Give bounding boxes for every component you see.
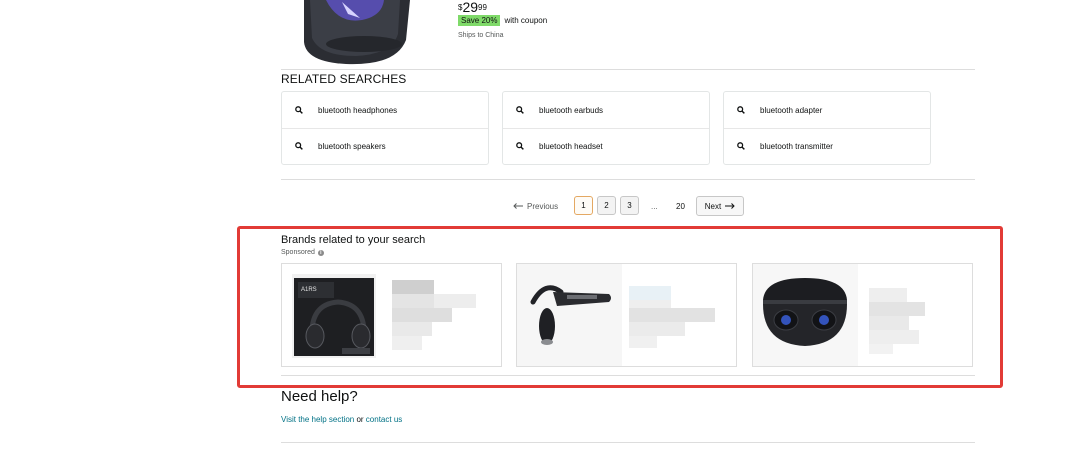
- divider: [281, 69, 975, 70]
- annotation-highlight-box: [237, 226, 1003, 388]
- related-search-item[interactable]: bluetooth adapter: [724, 92, 930, 129]
- search-icon: [513, 106, 527, 114]
- divider: [281, 375, 975, 376]
- related-search-item[interactable]: bluetooth earbuds: [503, 92, 709, 129]
- product-price: $2999: [458, 0, 487, 15]
- search-icon: [292, 106, 306, 114]
- help-line: Visit the help section or contact us: [281, 415, 402, 424]
- product-image-earbuds[interactable]: [286, 0, 446, 66]
- related-search-label: bluetooth earbuds: [539, 105, 604, 115]
- coupon-suffix: with coupon: [504, 16, 548, 25]
- pagination-next[interactable]: Next: [696, 196, 744, 216]
- search-icon: [734, 142, 748, 150]
- contact-us-link[interactable]: contact us: [366, 415, 402, 424]
- divider: [281, 442, 975, 443]
- coupon-line: Save 20% with coupon: [458, 15, 547, 26]
- shipping-note: Ships to China: [458, 32, 504, 39]
- search-icon: [513, 142, 527, 150]
- divider: [281, 179, 975, 180]
- pagination-ellipsis: ...: [651, 201, 658, 211]
- pagination-page-3[interactable]: 3: [620, 196, 639, 215]
- search-icon: [292, 142, 306, 150]
- help-title: Need help?: [281, 388, 358, 405]
- related-search-item[interactable]: bluetooth headphones: [282, 92, 488, 129]
- pagination-previous-label: Previous: [527, 201, 559, 211]
- help-section-link[interactable]: Visit the help section: [281, 415, 354, 424]
- price-fraction: 99: [478, 3, 487, 12]
- related-search-label: bluetooth headset: [539, 141, 603, 151]
- price-whole: 29: [462, 0, 479, 15]
- related-searches-card: bluetooth earbuds bluetooth headset: [502, 91, 710, 165]
- coupon-badge[interactable]: Save 20%: [458, 15, 501, 26]
- related-search-label: bluetooth speakers: [318, 141, 386, 151]
- pagination-previous[interactable]: Previous: [513, 196, 558, 216]
- pagination-page-2[interactable]: 2: [597, 196, 616, 215]
- related-search-item[interactable]: bluetooth transmitter: [724, 128, 930, 164]
- related-search-item[interactable]: bluetooth speakers: [282, 128, 488, 164]
- related-searches-card: bluetooth adapter bluetooth transmitter: [723, 91, 931, 165]
- arrow-left-icon: [513, 202, 523, 211]
- related-search-label: bluetooth headphones: [318, 105, 398, 115]
- related-searches-title: RELATED SEARCHES: [281, 72, 407, 86]
- related-search-label: bluetooth adapter: [760, 105, 823, 115]
- search-icon: [734, 106, 748, 114]
- related-search-item[interactable]: bluetooth headset: [503, 128, 709, 164]
- related-searches-card: bluetooth headphones bluetooth speakers: [281, 91, 489, 165]
- arrow-right-icon: [725, 202, 735, 211]
- help-or-text: or: [354, 415, 366, 424]
- related-search-label: bluetooth transmitter: [760, 141, 833, 151]
- pagination-page-last[interactable]: 20: [676, 196, 685, 216]
- price-currency: $: [458, 3, 463, 12]
- pagination-next-label: Next: [704, 201, 722, 211]
- pagination-page-1[interactable]: 1: [574, 196, 593, 215]
